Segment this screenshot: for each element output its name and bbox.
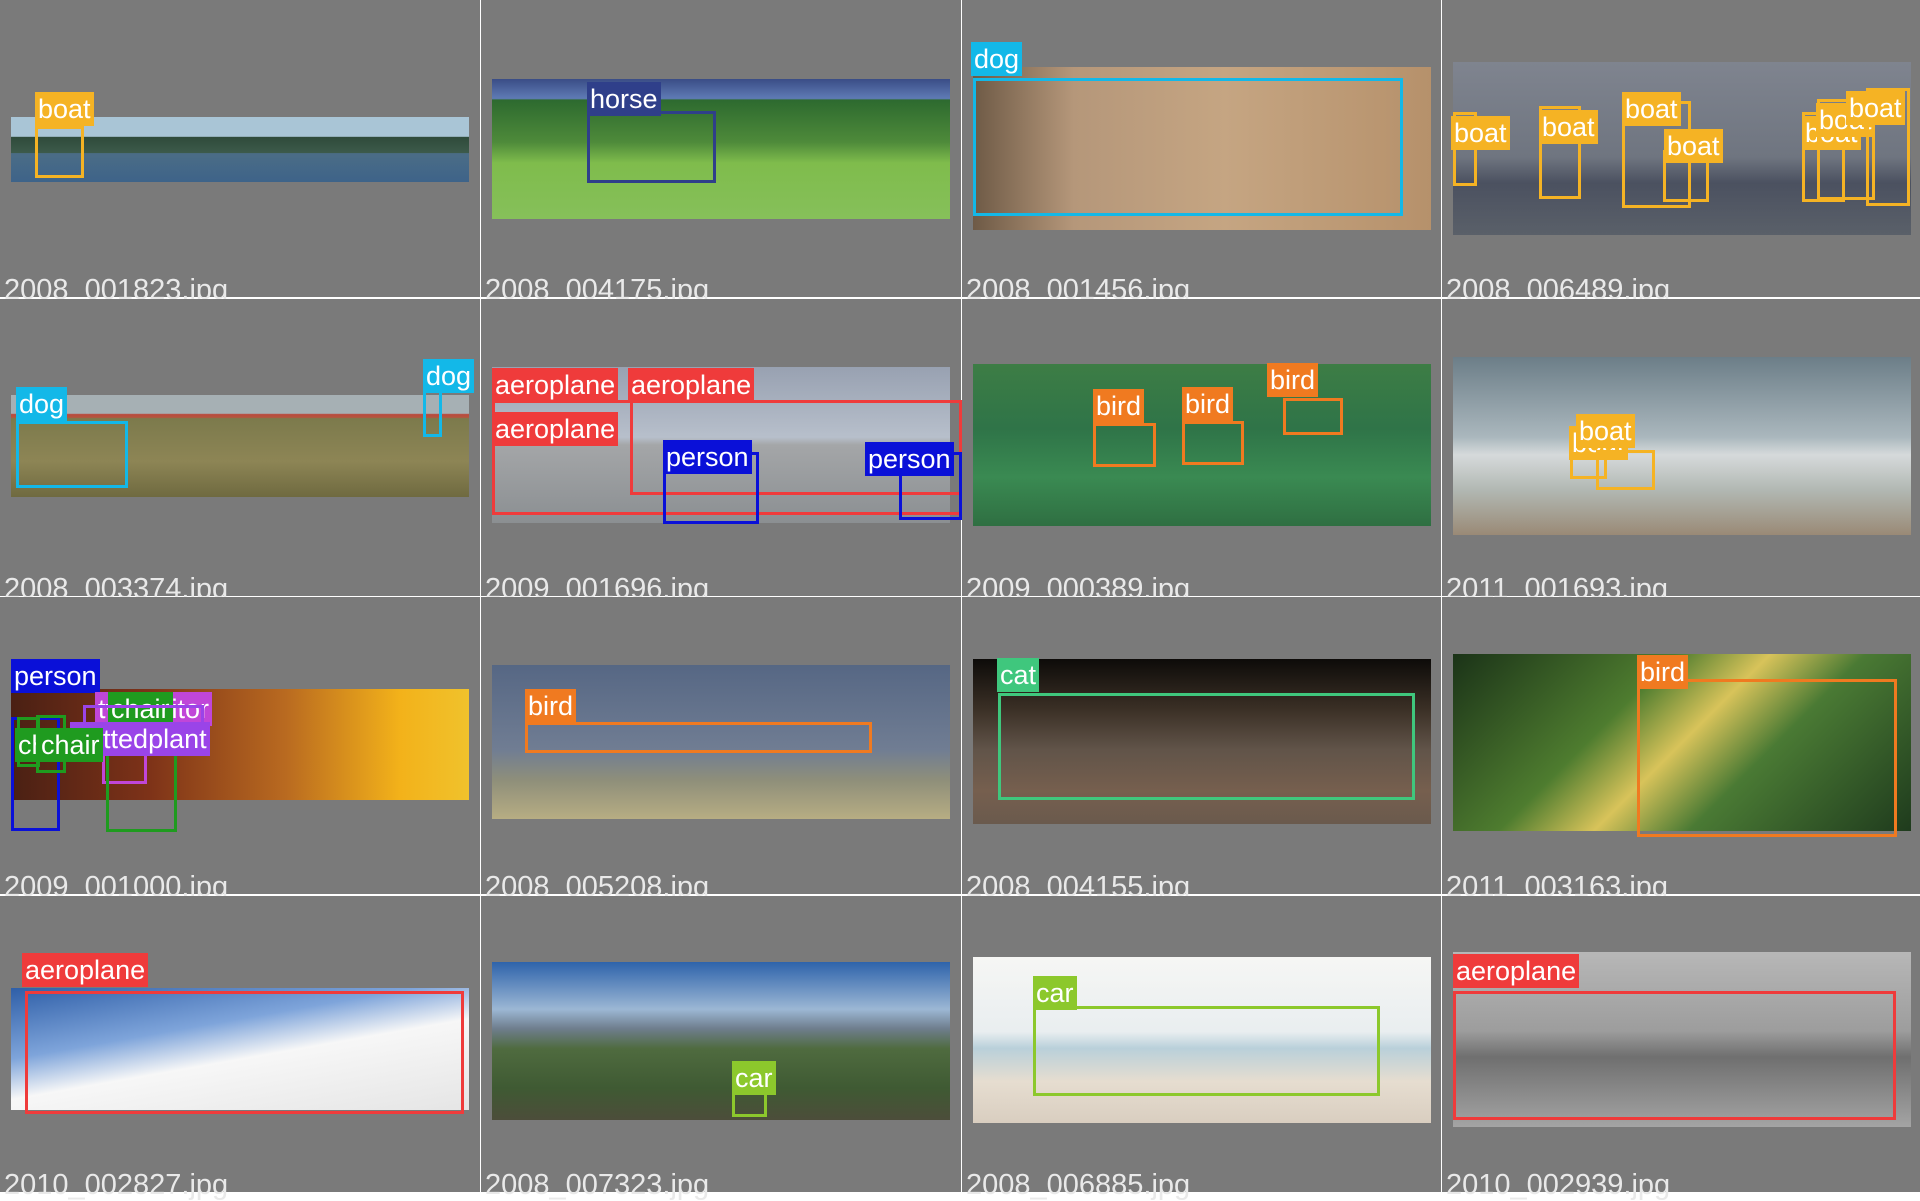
class-label: boat xyxy=(1664,129,1723,163)
filename-caption: 2008_006885.jpg xyxy=(966,1169,1191,1201)
result-cell[interactable]: bird 2008_005208.jpg xyxy=(481,597,961,902)
bounding-box-cat xyxy=(998,693,1415,800)
detection-grid: boat 2008_001823.jpg horse 2008_004175.jpg d… xyxy=(0,0,1920,1200)
bounding-box-car xyxy=(1033,1006,1380,1096)
class-label: bird xyxy=(1182,387,1234,421)
bounding-box-boat xyxy=(1596,450,1655,490)
result-cell[interactable]: boatboat2011_001693.jpg xyxy=(1442,299,1920,604)
bounding-box-bird xyxy=(1182,421,1244,465)
result-cell[interactable]: car 2008_007323.jpg xyxy=(481,896,961,1200)
bounding-box-aeroplane xyxy=(25,991,464,1114)
bounding-box-bird xyxy=(525,722,872,753)
class-label: car xyxy=(732,1061,776,1095)
class-label: boat xyxy=(1622,92,1681,126)
class-label: boat xyxy=(1846,91,1905,125)
result-cell[interactable]: dog 2008_001456.jpg xyxy=(962,0,1441,305)
class-label: boat xyxy=(1451,116,1510,150)
bounding-box-bird xyxy=(1637,679,1897,837)
bounding-box-horse xyxy=(587,111,716,183)
bounding-box-bird xyxy=(1093,423,1156,467)
class-label: bird xyxy=(1267,363,1319,397)
result-cell[interactable]: boat 2008_001823.jpg xyxy=(0,0,480,305)
thumbnail-image xyxy=(492,962,950,1120)
filename-caption: 2010_002939.jpg xyxy=(1446,1169,1671,1201)
result-cell[interactable]: aeroplane aeroplane aeroplane person person 2… xyxy=(481,299,962,604)
filename-caption: 2010_002827.jpg xyxy=(4,1169,229,1201)
thumbnail-image xyxy=(492,79,950,219)
result-cell[interactable]: bird bird bird 2009_000389.jpg xyxy=(962,299,1441,604)
class-label: boat xyxy=(1539,110,1598,144)
class-label: boat xyxy=(35,92,94,126)
result-cell[interactable]: boatboatboatboatboatboatboat2008_006489.… xyxy=(1442,0,1920,305)
result-cell[interactable]: cat 2008_004155.jpg xyxy=(962,597,1441,902)
class-label: horse xyxy=(587,82,661,116)
class-label: bird xyxy=(1093,389,1145,423)
class-label: aeroplane xyxy=(628,368,755,402)
class-label: aeroplane xyxy=(22,953,149,987)
result-cell[interactable]: persontvmonitorchairpottedplantchairchai… xyxy=(0,597,480,902)
filename-caption: 2008_007323.jpg xyxy=(485,1169,710,1201)
class-label: bird xyxy=(1637,655,1689,689)
result-cell[interactable]: horse 2008_004175.jpg xyxy=(481,0,961,305)
class-label: bird xyxy=(525,689,577,723)
result-cell[interactable]: car 2008_006885.jpg xyxy=(962,896,1441,1200)
class-label: dog xyxy=(971,42,1023,76)
bounding-box-aeroplane xyxy=(1453,991,1896,1120)
result-cell[interactable]: aeroplane 2010_002939.jpg xyxy=(1442,896,1920,1200)
bounding-box-dog xyxy=(16,421,128,488)
class-label: cat xyxy=(997,658,1040,692)
class-label: dog xyxy=(16,387,68,421)
bounding-box-bird xyxy=(1283,398,1343,435)
result-cell[interactable]: aeroplane 2010_002827.jpg xyxy=(0,896,480,1200)
class-label: dog xyxy=(423,359,475,393)
class-label: person xyxy=(865,442,954,476)
result-cell[interactable]: dog dog 2008_003374.jpg xyxy=(0,299,480,604)
result-cell[interactable]: bird 2011_003163.jpg xyxy=(1442,597,1920,902)
class-label: chair xyxy=(38,728,103,762)
thumbnail-image xyxy=(1453,357,1911,535)
class-label: person xyxy=(663,440,752,474)
class-label: aeroplane xyxy=(492,368,619,402)
bounding-box-dog xyxy=(973,78,1403,216)
class-label: boat xyxy=(1576,414,1635,448)
class-label: aeroplane xyxy=(492,412,619,446)
class-label: person xyxy=(11,659,100,693)
bounding-box-boat xyxy=(35,126,84,178)
class-label: aeroplane xyxy=(1453,954,1580,988)
class-label: car xyxy=(1033,976,1077,1010)
